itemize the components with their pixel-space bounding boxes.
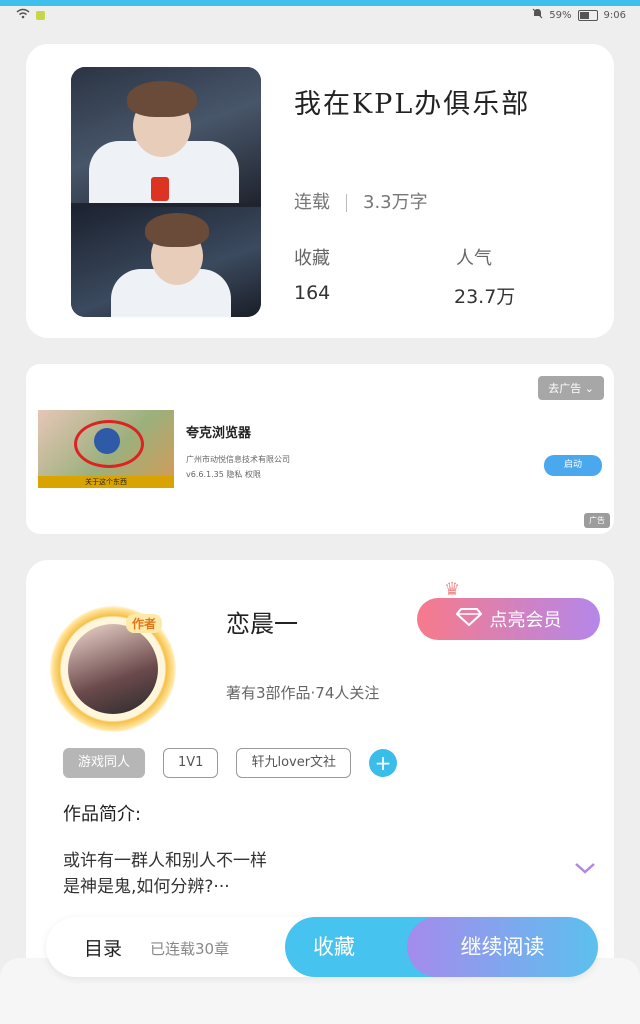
- wifi-icon: [16, 8, 30, 22]
- author-badge: 作者: [126, 614, 163, 633]
- intro-line-1: 或许有一群人和别人不一样: [63, 851, 267, 871]
- serial-status: 连载: [294, 192, 330, 213]
- notification-icon: [36, 10, 45, 20]
- remove-ad-label: 去广告: [548, 382, 582, 395]
- divider: [346, 194, 347, 212]
- expand-chevron-icon[interactable]: [574, 856, 596, 880]
- crown-icon: ♛: [444, 579, 461, 600]
- cup: [151, 177, 169, 201]
- popularity-value: 23.7万: [454, 286, 516, 308]
- chapter-count: 已连载30章: [150, 940, 230, 958]
- vip-button[interactable]: 点亮会员: [417, 598, 600, 640]
- intro-label: 作品简介:: [63, 804, 142, 825]
- collect-value: 164: [294, 282, 331, 304]
- author-avatar[interactable]: 作者: [50, 606, 180, 736]
- highlight-circle: [74, 420, 144, 468]
- tag-list: 游戏同人 1V1 轩九lover文社 +: [63, 748, 398, 778]
- serial-info: 连载 3.3万字: [294, 188, 428, 214]
- battery-icon: [577, 9, 598, 21]
- author-info: 著有3部作品·74人关注: [226, 684, 380, 702]
- popularity-label: 人气: [456, 248, 492, 269]
- ad-launch-button[interactable]: 启动: [544, 455, 602, 476]
- status-bar: 59% 9:06: [0, 6, 640, 26]
- clock: 9:06: [603, 9, 626, 21]
- author-name[interactable]: 恋晨一: [226, 604, 298, 639]
- battery-percent: 59%: [549, 9, 572, 21]
- ad-company: 广州市动悦信息技术有限公司: [186, 455, 290, 464]
- chevron-down-icon: ⌄: [584, 382, 594, 395]
- word-count: 3.3万字: [363, 192, 428, 213]
- ad-title: 夸克浏览器: [186, 426, 252, 441]
- cover-photo-top: [71, 67, 261, 203]
- diamond-icon: [455, 607, 482, 631]
- add-tag-button[interactable]: +: [369, 749, 398, 777]
- continue-reading-button[interactable]: 继续阅读: [407, 917, 598, 977]
- bottom-action-bar: 目录 已连载30章 收藏 继续阅读: [46, 917, 598, 977]
- ad-meta: v6.6.1.35 隐私 权限: [186, 470, 261, 479]
- toc-button[interactable]: 目录: [84, 934, 122, 961]
- mute-icon: [532, 8, 543, 22]
- vip-button-label: 点亮会员: [489, 610, 562, 631]
- ad-image-caption-band: 关于这个东西: [38, 476, 174, 488]
- ad-mark: 广告: [584, 513, 610, 528]
- cover-photo-bottom: [71, 207, 261, 317]
- tag-item[interactable]: 游戏同人: [63, 748, 146, 778]
- book-title: 我在KPL办俱乐部: [294, 89, 531, 120]
- avatar: [68, 624, 158, 714]
- remove-ad-button[interactable]: 去广告 ⌄: [538, 376, 604, 400]
- book-info-card: 我在KPL办俱乐部 连载 3.3万字 收藏 164 人气 23.7万: [26, 44, 614, 338]
- intro-line-2: 是神是鬼,如何分辨?···: [63, 877, 230, 897]
- tag-item[interactable]: 轩九lover文社: [236, 748, 352, 778]
- collect-label: 收藏: [294, 248, 330, 269]
- book-cover[interactable]: [71, 67, 261, 317]
- ad-card[interactable]: 去广告 ⌄ 关于这个东西 夸克浏览器 广州市动悦信息技术有限公司 v6.6.1.…: [26, 364, 614, 534]
- ad-image[interactable]: 关于这个东西: [38, 410, 174, 488]
- tag-item[interactable]: 1V1: [163, 748, 219, 778]
